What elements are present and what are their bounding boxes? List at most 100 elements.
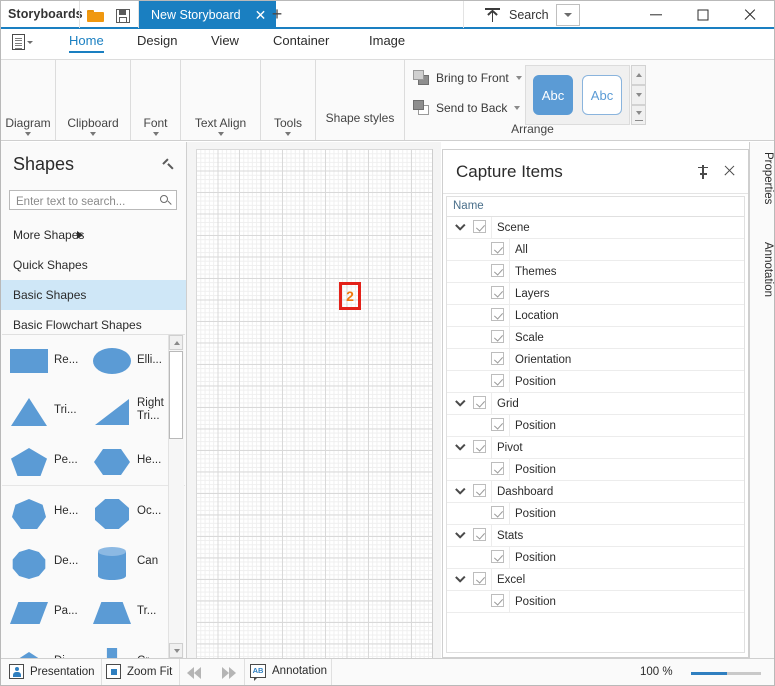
save-file-button[interactable] [113, 5, 135, 25]
shape-gallery-scrollbar[interactable] [168, 335, 184, 658]
bring-to-front-button[interactable]: Bring to Front [413, 70, 522, 86]
capture-item-row[interactable]: Stats [447, 525, 744, 547]
shape-item-cross[interactable]: Cr... [91, 636, 174, 658]
capture-item-checkbox[interactable] [491, 286, 504, 299]
close-window-button[interactable] [727, 1, 773, 28]
capture-item-row[interactable]: Themes [447, 261, 744, 283]
side-tab-properties[interactable]: Properties [750, 152, 774, 204]
close-icon[interactable]: ✕ [255, 8, 267, 22]
capture-item-row[interactable]: Scale [447, 327, 744, 349]
ribbon-tab-container[interactable]: Container [273, 33, 329, 52]
capture-item-checkbox[interactable] [473, 396, 486, 409]
ribbon-group-font[interactable]: Font [131, 60, 181, 140]
search-label[interactable]: Search [509, 8, 549, 22]
capture-item-checkbox[interactable] [473, 528, 486, 541]
scroll-down-button[interactable] [169, 643, 183, 658]
maximize-button[interactable] [680, 1, 726, 28]
canvas-area[interactable] [187, 142, 441, 658]
ribbon-group-tools[interactable]: Tools [261, 60, 316, 140]
capture-item-checkbox[interactable] [473, 220, 486, 233]
capture-item-checkbox[interactable] [491, 550, 504, 563]
shape-item-cylinder[interactable]: Can [91, 536, 174, 586]
capture-item-checkbox[interactable] [491, 242, 504, 255]
shape-item-rectangle[interactable]: Re... [8, 335, 91, 385]
capture-item-checkbox[interactable] [491, 352, 504, 365]
capture-item-row[interactable]: Position [447, 547, 744, 569]
shape-item-hexagon[interactable]: He... [91, 435, 174, 485]
chevron-down-icon[interactable] [455, 399, 465, 408]
style-gallery-scroll-down[interactable] [631, 85, 646, 105]
scrollbar-thumb[interactable] [169, 351, 183, 439]
capture-item-row[interactable]: Position [447, 503, 744, 525]
capture-item-checkbox[interactable] [473, 484, 486, 497]
shape-style-outline[interactable]: Abc [582, 75, 622, 115]
chevron-down-icon[interactable] [455, 531, 465, 540]
capture-item-row[interactable]: All [447, 239, 744, 261]
capture-item-checkbox[interactable] [473, 440, 486, 453]
capture-item-row[interactable]: Position [447, 591, 744, 613]
shape-item-heptagon[interactable]: He... [8, 486, 91, 536]
capture-item-checkbox[interactable] [491, 330, 504, 343]
ribbon-group-text-align[interactable]: Text Align [181, 60, 261, 140]
capture-item-row[interactable]: Layers [447, 283, 744, 305]
ribbon-tab-image[interactable]: Image [369, 33, 405, 52]
capture-item-checkbox[interactable] [473, 572, 486, 585]
chevron-down-icon[interactable] [515, 76, 522, 80]
zoom-fit-button[interactable]: Zoom Fit [106, 664, 172, 679]
presentation-button[interactable]: Presentation [9, 664, 95, 679]
shape-item-diamond[interactable]: Di... [8, 636, 91, 658]
chevron-down-icon[interactable] [514, 106, 521, 110]
zoom-slider[interactable] [691, 672, 761, 675]
document-tab-new-storyboard[interactable]: New Storyboard ✕ [139, 1, 277, 28]
send-to-back-button[interactable]: Send to Back [413, 100, 521, 116]
capture-item-checkbox[interactable] [491, 374, 504, 387]
shape-item-decagon[interactable]: De... [8, 536, 91, 586]
shape-item-triangle[interactable]: Tri... [8, 385, 91, 435]
chevron-down-icon[interactable] [455, 487, 465, 496]
double-chevron-left-icon[interactable] [187, 667, 209, 679]
shape-item-parallelogram[interactable]: Pa... [8, 586, 91, 636]
chevron-down-icon[interactable] [455, 443, 465, 452]
annotation-button[interactable]: AB Annotation [250, 664, 327, 681]
capture-item-row[interactable]: Grid [447, 393, 744, 415]
new-tab-button[interactable]: + [266, 5, 288, 25]
chevron-down-icon[interactable] [555, 4, 580, 26]
shape-item-octagon[interactable]: Oc... [91, 486, 174, 536]
double-chevron-right-icon[interactable] [221, 667, 243, 679]
scroll-up-button[interactable] [169, 335, 183, 350]
capture-item-checkbox[interactable] [491, 506, 504, 519]
capture-item-row[interactable]: Location [447, 305, 744, 327]
capture-item-row[interactable]: Orientation [447, 349, 744, 371]
open-file-button[interactable] [85, 5, 107, 25]
style-gallery-scroll-up[interactable] [631, 65, 646, 85]
capture-item-row[interactable]: Position [447, 371, 744, 393]
shape-search-box[interactable] [9, 190, 177, 210]
capture-item-checkbox[interactable] [491, 264, 504, 277]
annotation-marker-2[interactable]: 2 [339, 282, 361, 310]
shape-item-pentagon[interactable]: Pe... [8, 435, 91, 485]
shape-style-filled[interactable]: Abc [533, 75, 573, 115]
ribbon-group-diagram[interactable]: Diagram [1, 60, 56, 140]
shape-category-more-shapes[interactable]: More Shapes [1, 220, 186, 250]
shape-category-quick-shapes[interactable]: Quick Shapes [1, 250, 186, 280]
capture-item-checkbox[interactable] [491, 594, 504, 607]
minimize-button[interactable] [633, 1, 679, 28]
ribbon-group-clipboard[interactable]: Clipboard [56, 60, 131, 140]
capture-item-checkbox[interactable] [491, 462, 504, 475]
capture-item-row[interactable]: Position [447, 415, 744, 437]
capture-item-row[interactable]: Scene [447, 217, 744, 239]
capture-item-row[interactable]: Position [447, 459, 744, 481]
ribbon-tab-view[interactable]: View [211, 33, 239, 52]
capture-item-row[interactable]: Pivot [447, 437, 744, 459]
pin-icon[interactable] [697, 165, 710, 179]
magnifier-icon[interactable] [160, 195, 171, 206]
capture-item-checkbox[interactable] [491, 418, 504, 431]
diagram-canvas[interactable] [196, 149, 433, 658]
shape-item-trapezoid[interactable]: Tr... [91, 586, 174, 636]
close-icon[interactable] [723, 164, 736, 177]
shape-item-right-triangle[interactable]: Right Tri... [91, 385, 174, 435]
capture-item-row[interactable]: Excel [447, 569, 744, 591]
chevron-down-icon[interactable] [455, 575, 465, 584]
ribbon-tab-design[interactable]: Design [137, 33, 177, 52]
search-input[interactable] [14, 193, 158, 210]
